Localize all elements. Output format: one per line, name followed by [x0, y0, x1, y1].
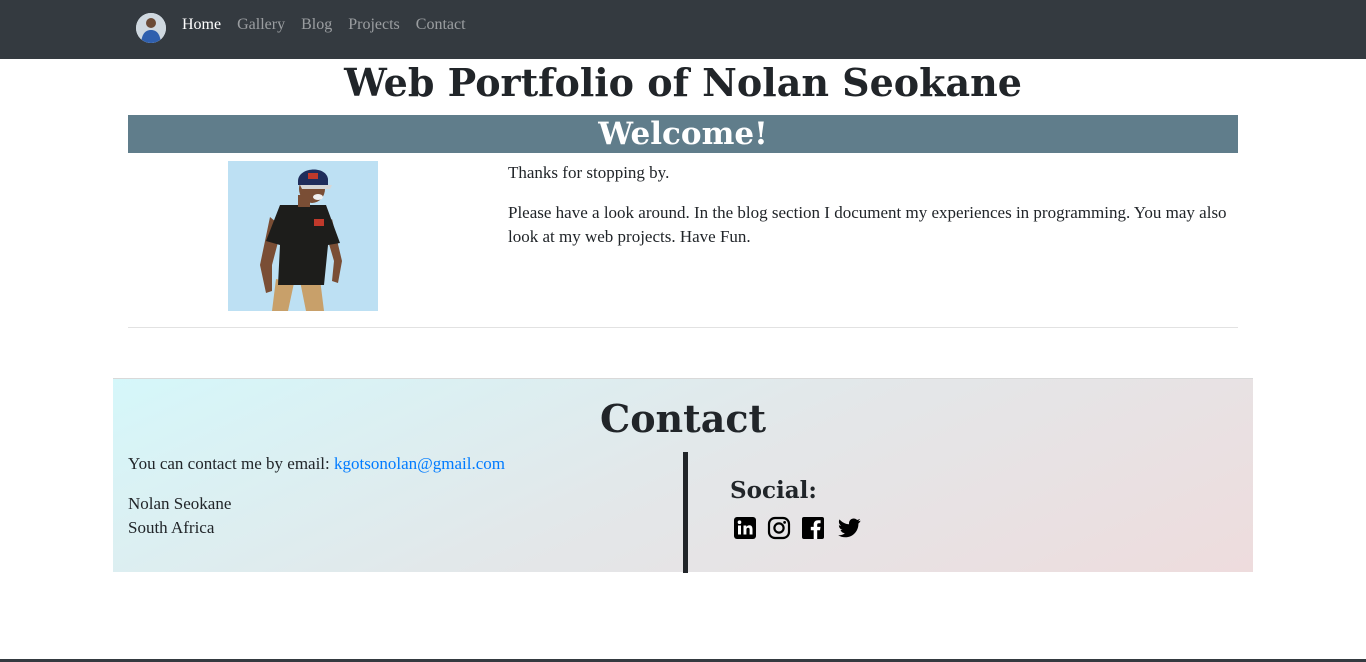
page-title: Web Portfolio of Nolan Seokane: [344, 60, 1022, 105]
contact-email-line: You can contact me by email: kgotsonolan…: [128, 452, 505, 476]
contact-section: Contact You can contact me by email: kgo…: [113, 378, 1253, 573]
address: Nolan Seokane South Africa: [128, 492, 231, 540]
nav-link-contact[interactable]: Contact: [416, 15, 466, 35]
nav-link-projects[interactable]: Projects: [348, 15, 400, 35]
vertical-divider: [683, 452, 688, 573]
welcome-banner: Welcome!: [128, 115, 1238, 153]
linkedin-icon[interactable]: [733, 516, 757, 540]
nav-links: Home Gallery Blog Projects Contact: [182, 15, 466, 35]
avatar-image: [136, 13, 166, 43]
contact-email-prefix: You can contact me by email:: [128, 454, 335, 473]
address-name: Nolan Seokane: [128, 494, 232, 513]
contact-title: Contact: [599, 396, 767, 441]
address-country: South Africa: [128, 518, 215, 537]
section-divider: [128, 327, 1238, 328]
nav-link-blog[interactable]: Blog: [301, 15, 332, 35]
intro-description: Please have a look around. In the blog s…: [508, 203, 1227, 246]
nav-link-home[interactable]: Home: [182, 15, 221, 35]
social-heading: Social:: [730, 477, 817, 504]
twitter-icon[interactable]: [835, 516, 863, 540]
profile-illustration: [228, 161, 378, 311]
nav-link-gallery[interactable]: Gallery: [237, 15, 285, 35]
navbar: Home Gallery Blog Projects Contact: [0, 0, 1366, 59]
email-link[interactable]: kgotsonolan@gmail.com: [334, 454, 505, 473]
avatar[interactable]: [136, 13, 166, 43]
facebook-icon[interactable]: [801, 516, 825, 540]
social-icons: [733, 516, 863, 540]
intro-greeting: Thanks for stopping by.: [508, 163, 670, 182]
intro-text: Thanks for stopping by. Please have a lo…: [508, 161, 1228, 265]
instagram-icon[interactable]: [767, 516, 791, 540]
